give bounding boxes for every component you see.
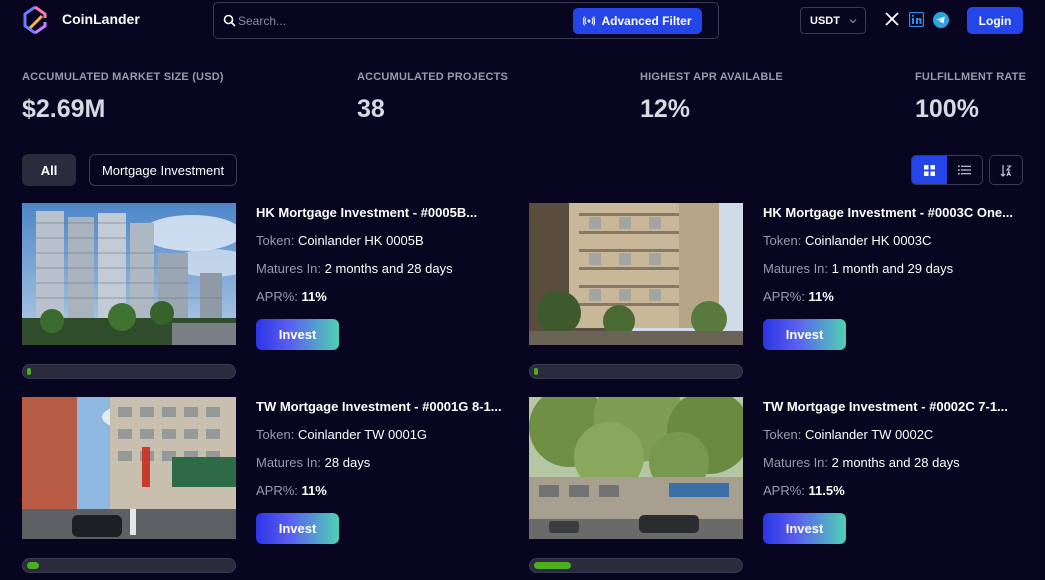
apr-row: APR%: 11% [256,483,327,498]
stat-projects: ACCUMULATED PROJECTS 38 [357,71,508,124]
chevron-down-icon [849,19,857,24]
matures-row: Matures In: 28 days [256,455,371,470]
list-icon [958,165,971,175]
matures-value: 1 month and 29 days [831,261,954,276]
list-view-button[interactable] [947,156,982,184]
funding-progress-fill [27,562,39,569]
telegram-icon[interactable] [933,12,949,28]
filter-all-button[interactable]: All [22,154,76,186]
listing-card[interactable]: HK Mortgage Investment - #0005B... Token… [22,203,517,383]
grid-icon [924,164,935,176]
token-row: Token: Coinlander TW 0001G [256,427,428,442]
funding-progress-fill [534,562,571,569]
listing-card[interactable]: TW Mortgage Investment - #0002C 7-1... T… [529,397,1024,577]
apr-row: APR%: 11% [256,289,327,304]
brand-name[interactable]: CoinLander [62,11,140,27]
apr-value: 11% [301,483,327,498]
token-value: Coinlander TW 0002C [804,427,934,442]
property-image[interactable] [22,397,236,539]
stat-label: HIGHEST APR AVAILABLE [640,71,783,83]
apr-row: APR%: 11.5% [763,483,845,498]
invest-button[interactable]: Invest [763,319,846,350]
x-twitter-icon[interactable] [885,12,899,26]
property-image[interactable] [529,397,743,539]
currency-value: USDT [810,14,840,27]
advanced-filter-button[interactable]: Advanced Filter [573,8,702,34]
search-bar: Advanced Filter [213,2,719,39]
token-row: Token: Coinlander HK 0005B [256,233,424,248]
property-image[interactable] [529,203,743,345]
listing-card[interactable]: HK Mortgage Investment - #0003C One... T… [529,203,1024,383]
token-value: Coinlander HK 0005B [297,233,424,248]
coinlander-logo-icon [23,6,47,34]
apr-value: 11% [301,289,327,304]
funding-progress-fill [534,368,538,375]
stat-label: ACCUMULATED MARKET SIZE (USD) [22,71,224,83]
sort-button[interactable] [989,155,1023,185]
funding-progress-fill [27,368,31,375]
token-value: Coinlander HK 0003C [804,233,932,248]
property-image[interactable] [22,203,236,345]
grid-view-button[interactable] [912,156,947,184]
listing-title[interactable]: TW Mortgage Investment - #0002C 7-1... [763,399,1023,414]
matures-value: 2 months and 28 days [831,455,960,470]
search-icon [223,14,236,27]
apr-value: 11.5% [808,483,845,498]
funding-progress-bar [22,558,236,573]
funding-progress-bar [22,364,236,379]
stat-highest-apr: HIGHEST APR AVAILABLE 12% [640,71,783,124]
stat-value: $2.69M [22,95,106,123]
matures-value: 28 days [324,455,371,470]
advanced-filter-label: Advanced Filter [601,14,692,28]
search-input[interactable] [238,11,568,31]
invest-button[interactable]: Invest [256,513,339,544]
listing-card[interactable]: TW Mortgage Investment - #0001G 8-1... T… [22,397,517,577]
token-row: Token: Coinlander TW 0002C [763,427,934,442]
invest-button[interactable]: Invest [256,319,339,350]
stat-label: FULFILLMENT RATE [915,71,1027,83]
token-value: Coinlander TW 0001G [297,427,428,442]
funding-progress-bar [529,364,743,379]
funding-progress-bar [529,558,743,573]
apr-value: 11% [808,289,834,304]
sort-icon [1000,164,1012,177]
listing-title[interactable]: TW Mortgage Investment - #0001G 8-1... [256,399,516,414]
listing-title[interactable]: HK Mortgage Investment - #0005B... [256,205,516,220]
view-toggle [911,155,983,185]
listing-title[interactable]: HK Mortgage Investment - #0003C One... [763,205,1023,220]
filter-broadcast-icon [583,16,596,26]
login-button[interactable]: Login [967,7,1023,34]
apr-row: APR%: 11% [763,289,834,304]
stat-value: 100% [915,95,979,123]
currency-select[interactable]: USDT [800,7,866,34]
stat-value: 12% [640,95,691,123]
linkedin-icon[interactable] [909,12,924,27]
matures-value: 2 months and 28 days [324,261,453,276]
filter-mortgage-button[interactable]: Mortgage Investment [89,154,237,186]
invest-button[interactable]: Invest [763,513,846,544]
token-row: Token: Coinlander HK 0003C [763,233,932,248]
matures-row: Matures In: 2 months and 28 days [763,455,960,470]
stat-fulfillment-rate: FULFILLMENT RATE 100% [915,71,1026,124]
stat-label: ACCUMULATED PROJECTS [357,71,509,83]
stat-value: 38 [357,95,385,123]
stat-market-size: ACCUMULATED MARKET SIZE (USD) $2.69M [22,71,224,124]
matures-row: Matures In: 1 month and 29 days [763,261,954,276]
matures-row: Matures In: 2 months and 28 days [256,261,453,276]
